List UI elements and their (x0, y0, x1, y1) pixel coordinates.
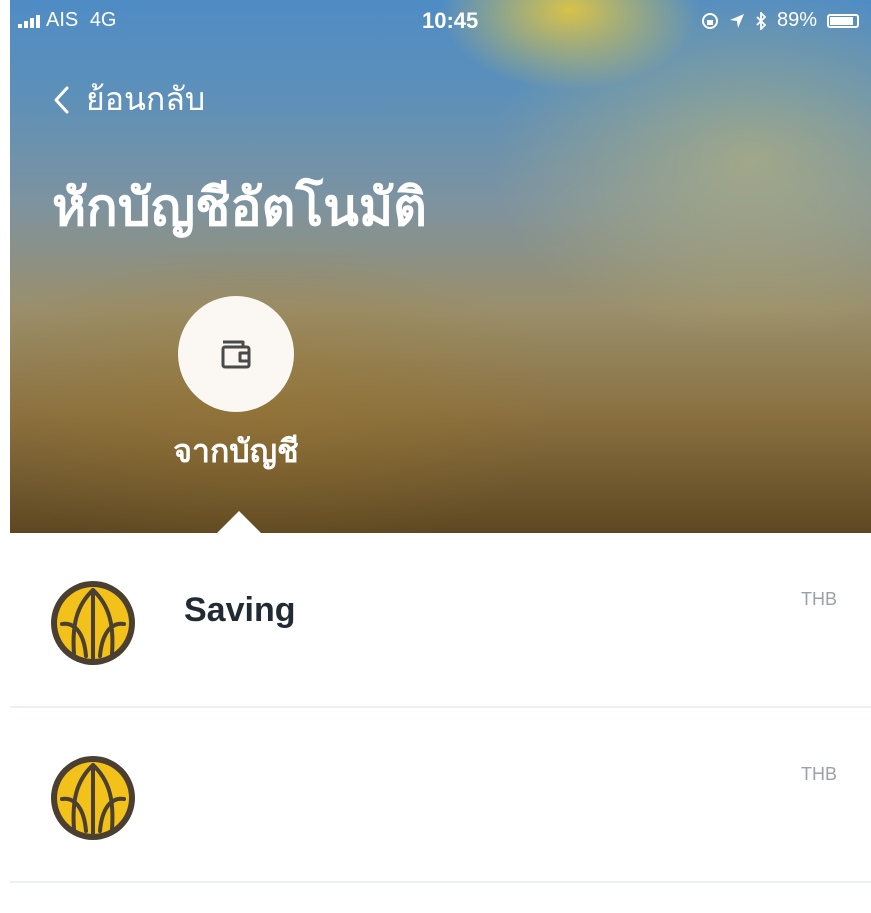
account-list: Saving THB THB (10, 533, 871, 883)
carrier-name: AIS (46, 9, 79, 31)
page-title: หักบัญชีอัตโนมัติ (52, 178, 427, 238)
tab-icon-circle (178, 296, 294, 412)
back-button[interactable]: ย้อนกลับ (52, 74, 205, 125)
header-banner: AIS 4G 10:45 89% ย้อนกลับ หักบัญชีอัตโนม… (10, 0, 871, 533)
account-row[interactable]: Saving THB (10, 533, 871, 708)
account-name: Saving (184, 591, 296, 629)
bank-logo-icon (51, 581, 135, 665)
account-currency: THB (801, 764, 837, 784)
rotation-lock-icon (701, 12, 718, 29)
network-type: 4G (89, 9, 117, 31)
back-label: ย้อนกลับ (86, 80, 206, 118)
chevron-left-icon (54, 86, 69, 113)
account-row[interactable]: THB (10, 708, 871, 883)
status-time: 10:45 (422, 8, 479, 33)
tab-label: จากบัญชี (173, 432, 299, 470)
signal-icon (18, 14, 40, 28)
account-currency: THB (801, 589, 837, 609)
battery-icon (827, 13, 859, 28)
wallet-icon (221, 340, 251, 369)
tab-from-account[interactable]: จากบัญชี (146, 296, 326, 477)
status-bar: AIS 4G 10:45 89% (10, 0, 871, 40)
location-icon (729, 13, 744, 28)
battery-percent: 89% (776, 9, 817, 31)
selected-tab-pointer (217, 511, 261, 533)
bank-logo-icon (51, 756, 135, 840)
bluetooth-icon (756, 11, 767, 30)
